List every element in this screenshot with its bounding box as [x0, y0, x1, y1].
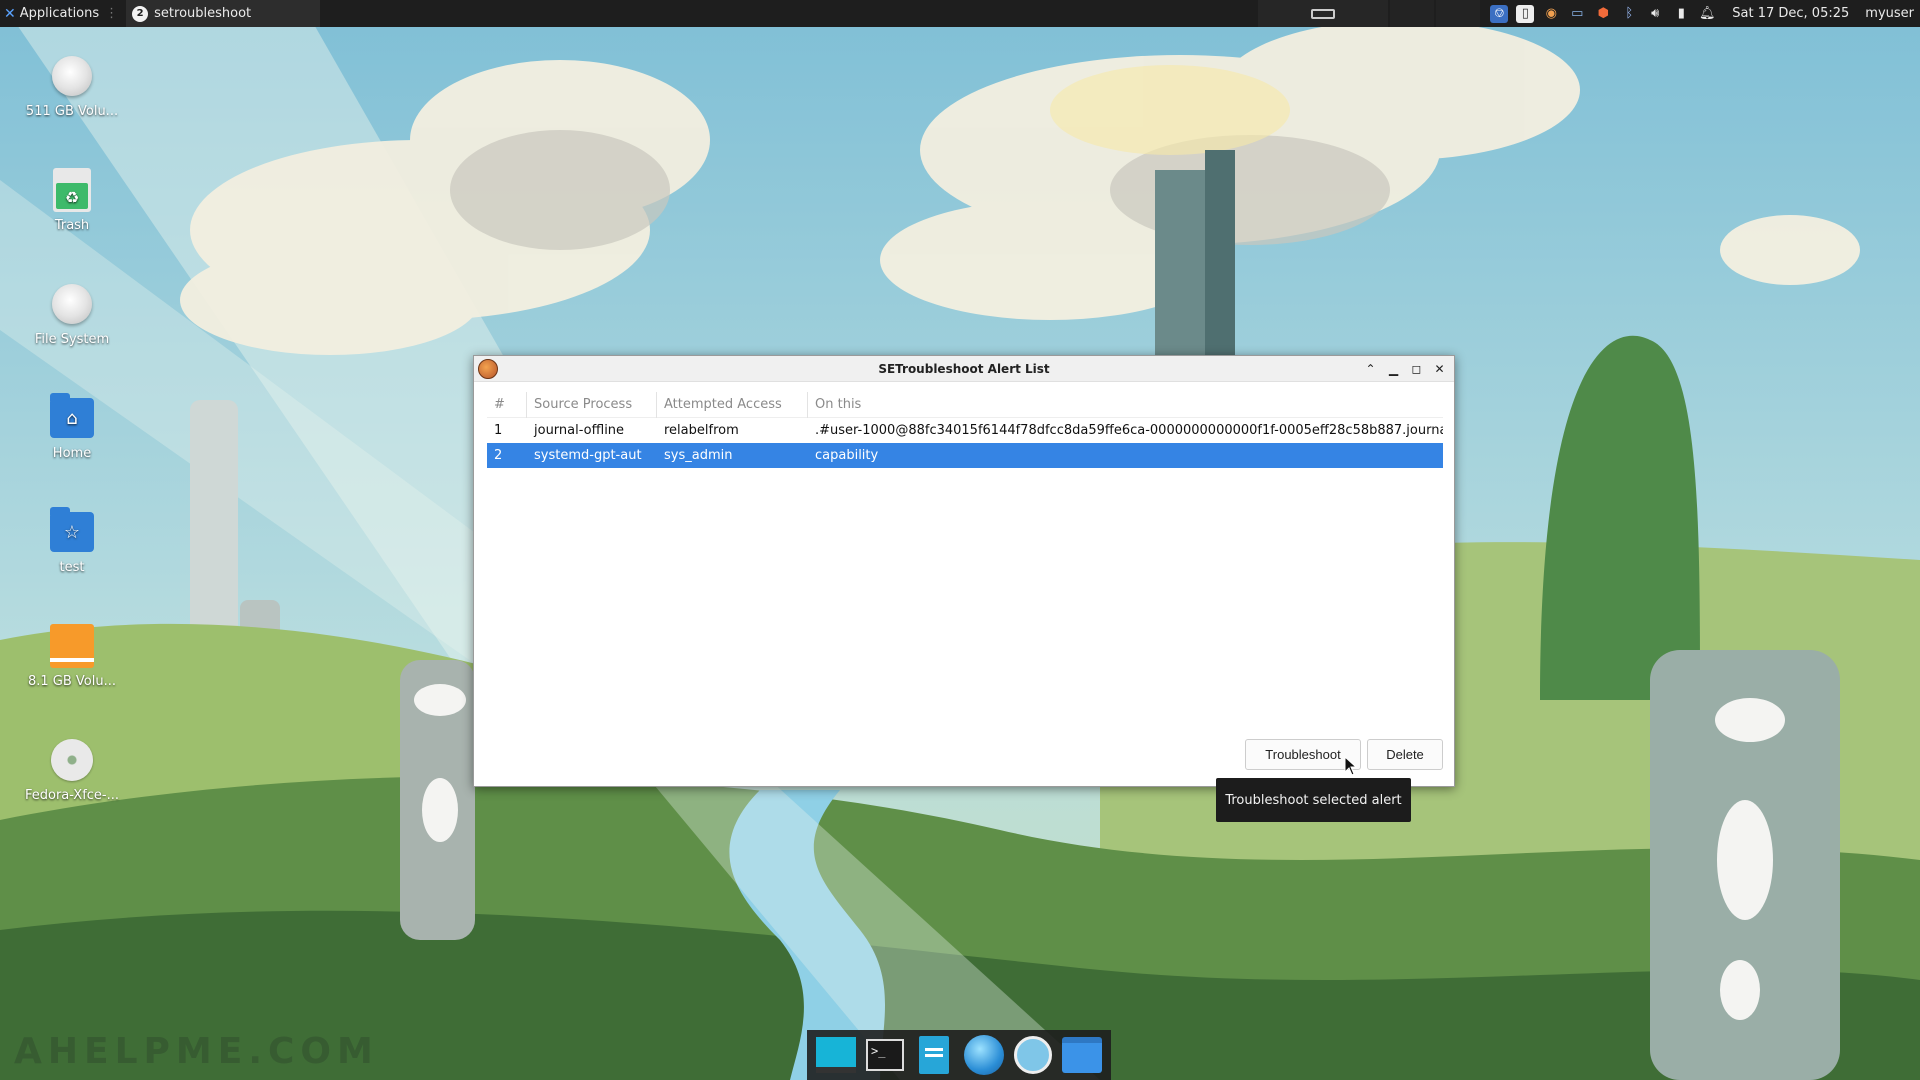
window-title: SETroubleshoot Alert List: [878, 361, 1050, 376]
workspace-slot[interactable]: [1436, 0, 1481, 27]
applications-label: Applications: [19, 6, 100, 21]
cell-attempted-access: relabelfrom: [664, 423, 739, 438]
drive-icon: [52, 56, 92, 96]
desktop-icon-label: File System: [34, 332, 110, 347]
desktop-icon-511gb-volume[interactable]: 511 GB Volu...: [14, 52, 130, 119]
delete-button[interactable]: Delete: [1367, 739, 1443, 770]
update-shield-icon[interactable]: ⬢: [1594, 5, 1612, 23]
trash-icon: ♻: [53, 168, 91, 212]
battery-icon[interactable]: ▮: [1672, 5, 1690, 23]
taskbar-button-setroubleshoot[interactable]: 2 setroubleshoot: [126, 0, 321, 27]
desktop-icon-home[interactable]: ⌂ Home: [14, 393, 130, 461]
file-manager-button[interactable]: [914, 1035, 954, 1075]
optical-disc-icon: [51, 739, 93, 781]
folder-icon: [1062, 1037, 1103, 1073]
table-row[interactable]: 1 journal-offline relabelfrom .#user-100…: [487, 418, 1443, 443]
notifications-bell-icon[interactable]: 🔔︎: [1698, 5, 1716, 23]
desktop-icon-file-system[interactable]: File System: [14, 280, 130, 347]
web-browser-icon: [963, 1035, 1004, 1075]
desktop-icon-label: Home: [52, 446, 92, 461]
bottom-dock: >_: [807, 1030, 1111, 1080]
desktop-icon-label: 8.1 GB Volu...: [27, 674, 117, 689]
panel-separator: ⋮: [105, 6, 119, 21]
close-button[interactable]: ✕: [1431, 360, 1448, 377]
user-menu[interactable]: myuser: [1861, 6, 1920, 21]
display-icon[interactable]: ▭: [1568, 5, 1586, 23]
folder-button[interactable]: [1062, 1035, 1103, 1075]
system-tray: ⎊ ▯ ◉ ▭ ⬢ ᛒ 🔊︎ ▮ 🔔︎: [1480, 0, 1726, 27]
app-finder-icon: [1013, 1036, 1052, 1074]
app-finder-button[interactable]: [1013, 1035, 1053, 1075]
mouse-pointer-icon: [1344, 756, 1358, 776]
show-desktop-button[interactable]: [815, 1035, 856, 1075]
desktop-icon-label: test: [59, 560, 85, 575]
column-header-source-process[interactable]: Source Process: [527, 391, 657, 418]
terminal-icon: >_: [865, 1039, 904, 1071]
setroubleshoot-alert-window: SETroubleshoot Alert List ⌃ ▁ ◻ ✕ # Sour…: [473, 355, 1455, 787]
web-browser-button[interactable]: [963, 1035, 1004, 1075]
drive-icon: [52, 284, 92, 324]
clipboard-icon[interactable]: ▯: [1516, 4, 1535, 23]
panel-clock[interactable]: Sat 17 Dec, 05:25: [1726, 6, 1861, 21]
watermark-text: AHELPME.COM: [14, 1031, 379, 1072]
desktop-icon-trash[interactable]: ♻ Trash: [14, 166, 130, 233]
applications-menu[interactable]: ✕ Applications ⋮: [0, 0, 126, 27]
column-header-on-this[interactable]: On this: [808, 392, 1443, 418]
cell-number: 1: [494, 423, 503, 438]
alert-table: # Source Process Attempted Access On thi…: [487, 391, 1443, 468]
shade-button[interactable]: ⌃: [1362, 360, 1379, 377]
pointer-tool-icon[interactable]: ⎊: [1490, 4, 1509, 23]
desktop-icon-label: Fedora-Xfce-...: [24, 788, 120, 803]
volume-icon[interactable]: 🔊︎: [1646, 5, 1664, 23]
table-row-selected[interactable]: 2 systemd-gpt-aut sys_admin capability: [487, 443, 1443, 468]
desktop-icon-8gb-volume[interactable]: 8.1 GB Volu...: [14, 622, 130, 689]
table-header: # Source Process Attempted Access On thi…: [487, 391, 1443, 418]
cell-number: 2: [494, 448, 503, 463]
starred-folder-icon: ☆: [50, 507, 94, 552]
cell-attempted-access: sys_admin: [664, 448, 733, 463]
desktop-icon-test[interactable]: ☆ test: [14, 507, 130, 575]
file-manager-icon: [919, 1036, 950, 1074]
column-header-attempted-access[interactable]: Attempted Access: [657, 391, 808, 418]
taskbar-label: setroubleshoot: [154, 6, 252, 21]
home-folder-icon: ⌂: [50, 393, 94, 438]
top-panel: ✕ Applications ⋮ 2 setroubleshoot ⎊ ▯ ◉ …: [0, 0, 1920, 27]
xfce-logo-icon: ✕: [4, 5, 16, 22]
troubleshoot-tooltip: Troubleshoot selected alert: [1216, 778, 1411, 822]
show-desktop-icon: [815, 1037, 856, 1073]
desktop-icon-label: Trash: [54, 218, 90, 233]
task-count-badge: 2: [132, 5, 149, 22]
cell-source-process: journal-offline: [534, 423, 625, 438]
keyboard-layout-icon[interactable]: [1258, 0, 1389, 27]
bluetooth-icon[interactable]: ᛒ: [1620, 5, 1638, 23]
minimize-button[interactable]: ▁: [1385, 360, 1402, 377]
cell-source-process: systemd-gpt-aut: [534, 448, 642, 463]
column-header-number[interactable]: #: [487, 391, 527, 418]
maximize-button[interactable]: ◻: [1408, 360, 1425, 377]
terminal-button[interactable]: >_: [865, 1035, 905, 1075]
window-titlebar[interactable]: SETroubleshoot Alert List ⌃ ▁ ◻ ✕: [474, 356, 1454, 382]
setroubleshoot-tray-icon[interactable]: ◉: [1542, 5, 1560, 23]
desktop-icon-label: 511 GB Volu...: [25, 104, 119, 119]
cell-on-this: capability: [815, 448, 879, 463]
workspace-slot[interactable]: [1390, 0, 1435, 27]
desktop-icon-fedora-xfce[interactable]: Fedora-Xfce-...: [14, 736, 130, 803]
usb-drive-icon: [50, 624, 94, 668]
cell-on-this: .#user-1000@88fc34015f6144f78dfcc8da59ff…: [815, 423, 1443, 438]
